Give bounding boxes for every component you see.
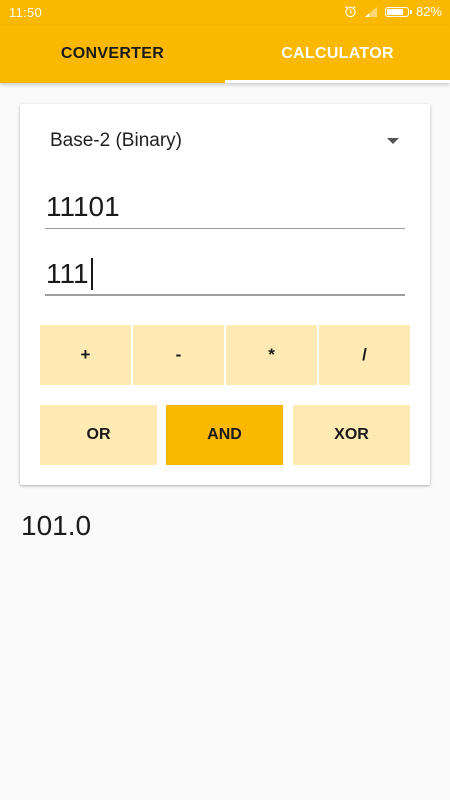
divide-button[interactable]: / <box>319 325 410 385</box>
tab-converter[interactable]: CONVERTER <box>0 25 225 83</box>
tab-calculator-label: CALCULATOR <box>281 45 394 62</box>
first-operand-input[interactable]: 11101 <box>45 185 405 229</box>
second-operand-value: 111 <box>46 258 89 289</box>
status-icons: 82% <box>344 4 442 19</box>
signal-icon <box>364 6 377 17</box>
first-operand-value: 11101 <box>46 191 120 222</box>
logic-operations: OR AND XOR <box>40 405 410 465</box>
battery-percent: 82% <box>415 4 442 19</box>
status-time: 11:50 <box>9 5 43 20</box>
arithmetic-operations: + - * / <box>40 325 410 385</box>
add-button[interactable]: + <box>40 325 131 385</box>
base-select-value: Base-2 (Binary) <box>50 130 182 151</box>
or-button[interactable]: OR <box>40 405 157 465</box>
tab-converter-label: CONVERTER <box>60 45 165 62</box>
battery-level <box>386 8 403 15</box>
and-button[interactable]: AND <box>166 405 283 465</box>
subtract-button[interactable]: - <box>133 325 224 385</box>
base-select-dropdown[interactable]: Base-2 (Binary) <box>50 126 402 156</box>
tab-calculator[interactable]: CALCULATOR <box>225 25 450 83</box>
dropdown-arrow-icon <box>387 138 399 144</box>
result-value: 101.0 <box>21 510 92 541</box>
status-bar: 11:50 82% <box>0 0 450 25</box>
battery-icon <box>384 6 412 17</box>
multiply-button[interactable]: * <box>226 325 317 385</box>
xor-button[interactable]: XOR <box>293 405 410 465</box>
alarm-icon <box>345 5 356 18</box>
tab-bar: CONVERTER CALCULATOR <box>0 25 450 83</box>
tab-indicator <box>225 80 450 83</box>
second-operand-input[interactable]: 111 <box>45 252 405 296</box>
calculator-card: Base-2 (Binary) 11101 111 + - * / OR AND… <box>20 104 430 485</box>
text-cursor <box>90 257 93 290</box>
